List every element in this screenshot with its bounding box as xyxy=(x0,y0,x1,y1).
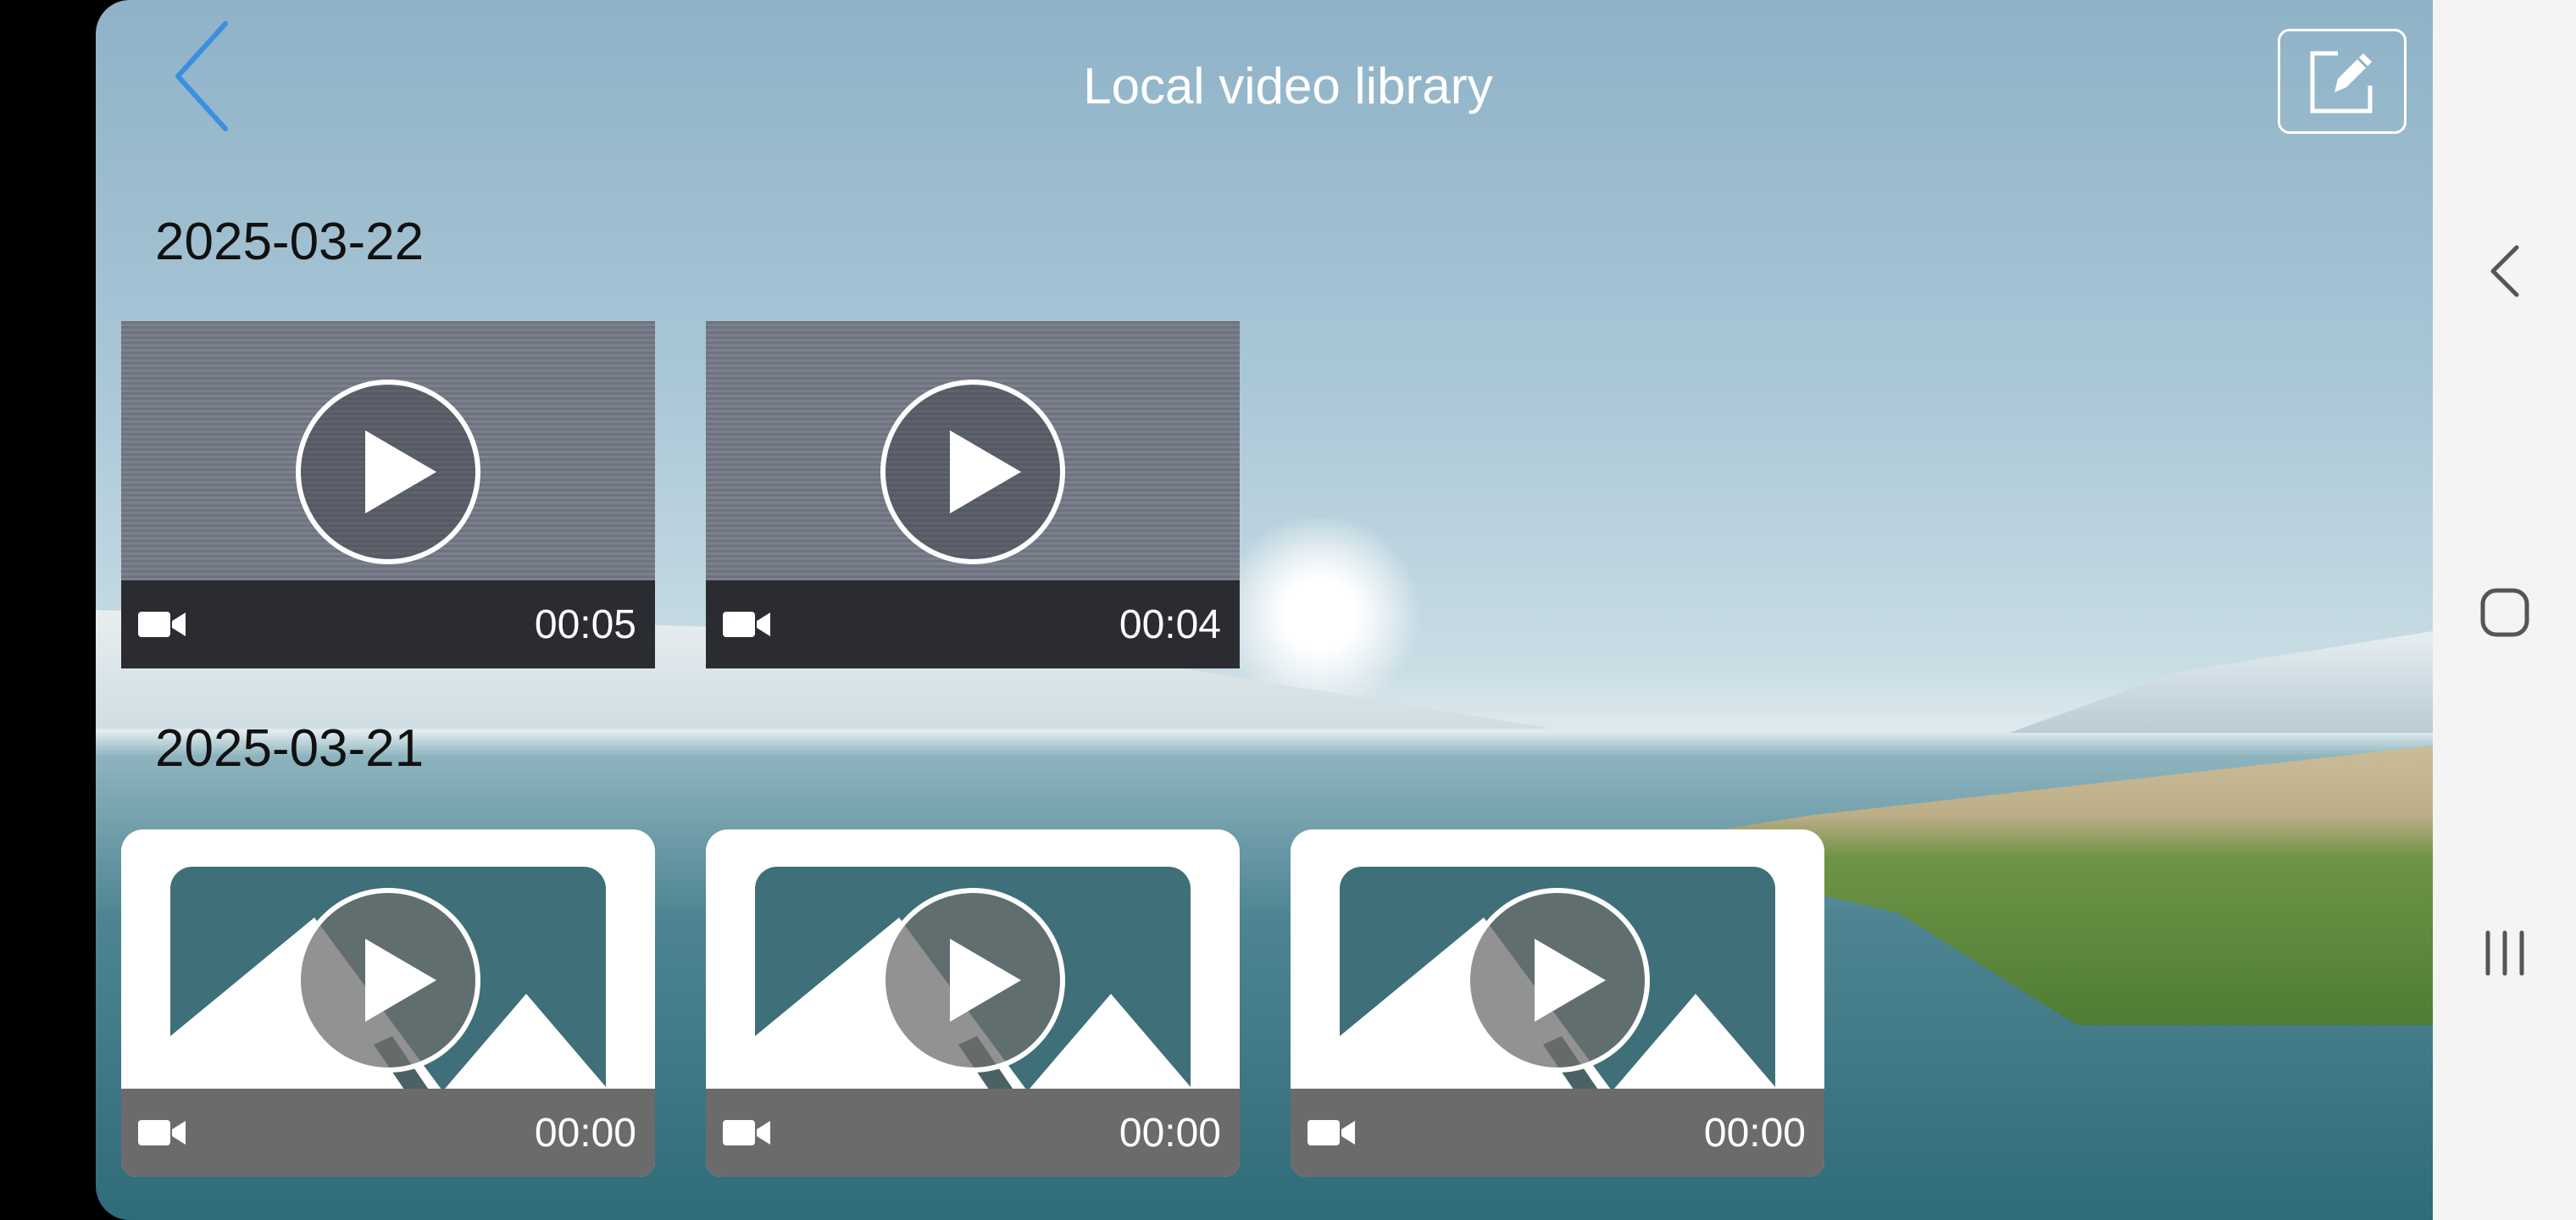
video-item[interactable]: 00:00 xyxy=(121,829,655,1177)
nav-home-icon xyxy=(2480,588,2529,637)
video-info-bar: 00:00 xyxy=(1291,1089,1824,1177)
video-item[interactable]: 00:00 xyxy=(1291,829,1824,1177)
nav-back-button[interactable] xyxy=(2467,233,2543,309)
video-item[interactable]: 00:05 xyxy=(121,321,655,668)
video-duration: 00:05 xyxy=(534,602,636,647)
play-icon xyxy=(1465,888,1650,1073)
video-info-bar: 00:00 xyxy=(706,1089,1240,1177)
video-camera-icon xyxy=(723,612,770,637)
video-duration: 00:00 xyxy=(1703,1110,1806,1156)
play-icon xyxy=(880,380,1065,564)
play-icon xyxy=(880,888,1065,1073)
edit-icon xyxy=(2310,51,2373,114)
video-camera-icon xyxy=(1307,1120,1355,1145)
video-item[interactable]: 00:04 xyxy=(706,321,1240,668)
video-camera-icon xyxy=(723,1120,770,1145)
video-duration: 00:04 xyxy=(1119,602,1221,647)
video-info-bar: 00:04 xyxy=(706,580,1240,668)
video-duration: 00:00 xyxy=(1119,1110,1221,1156)
nav-back-icon xyxy=(2490,245,2518,297)
edit-button[interactable] xyxy=(2278,29,2407,134)
video-duration: 00:00 xyxy=(534,1110,636,1156)
video-camera-icon xyxy=(138,612,186,637)
nav-home-button[interactable] xyxy=(2467,574,2543,651)
system-navigation-bar xyxy=(2433,0,2576,1220)
play-icon xyxy=(296,888,480,1073)
date-heading: 2025-03-21 xyxy=(155,719,425,778)
video-info-bar: 00:00 xyxy=(121,1089,655,1177)
page-title: Local video library xyxy=(1083,58,1493,114)
date-heading: 2025-03-22 xyxy=(155,213,425,271)
background-hill xyxy=(2009,631,2433,733)
video-item[interactable]: 00:00 xyxy=(706,829,1240,1177)
nav-recents-button[interactable] xyxy=(2467,915,2543,991)
video-info-bar: 00:05 xyxy=(121,580,655,668)
nav-recents-icon xyxy=(2485,930,2523,976)
video-camera-icon xyxy=(138,1120,186,1145)
play-icon xyxy=(296,380,480,564)
